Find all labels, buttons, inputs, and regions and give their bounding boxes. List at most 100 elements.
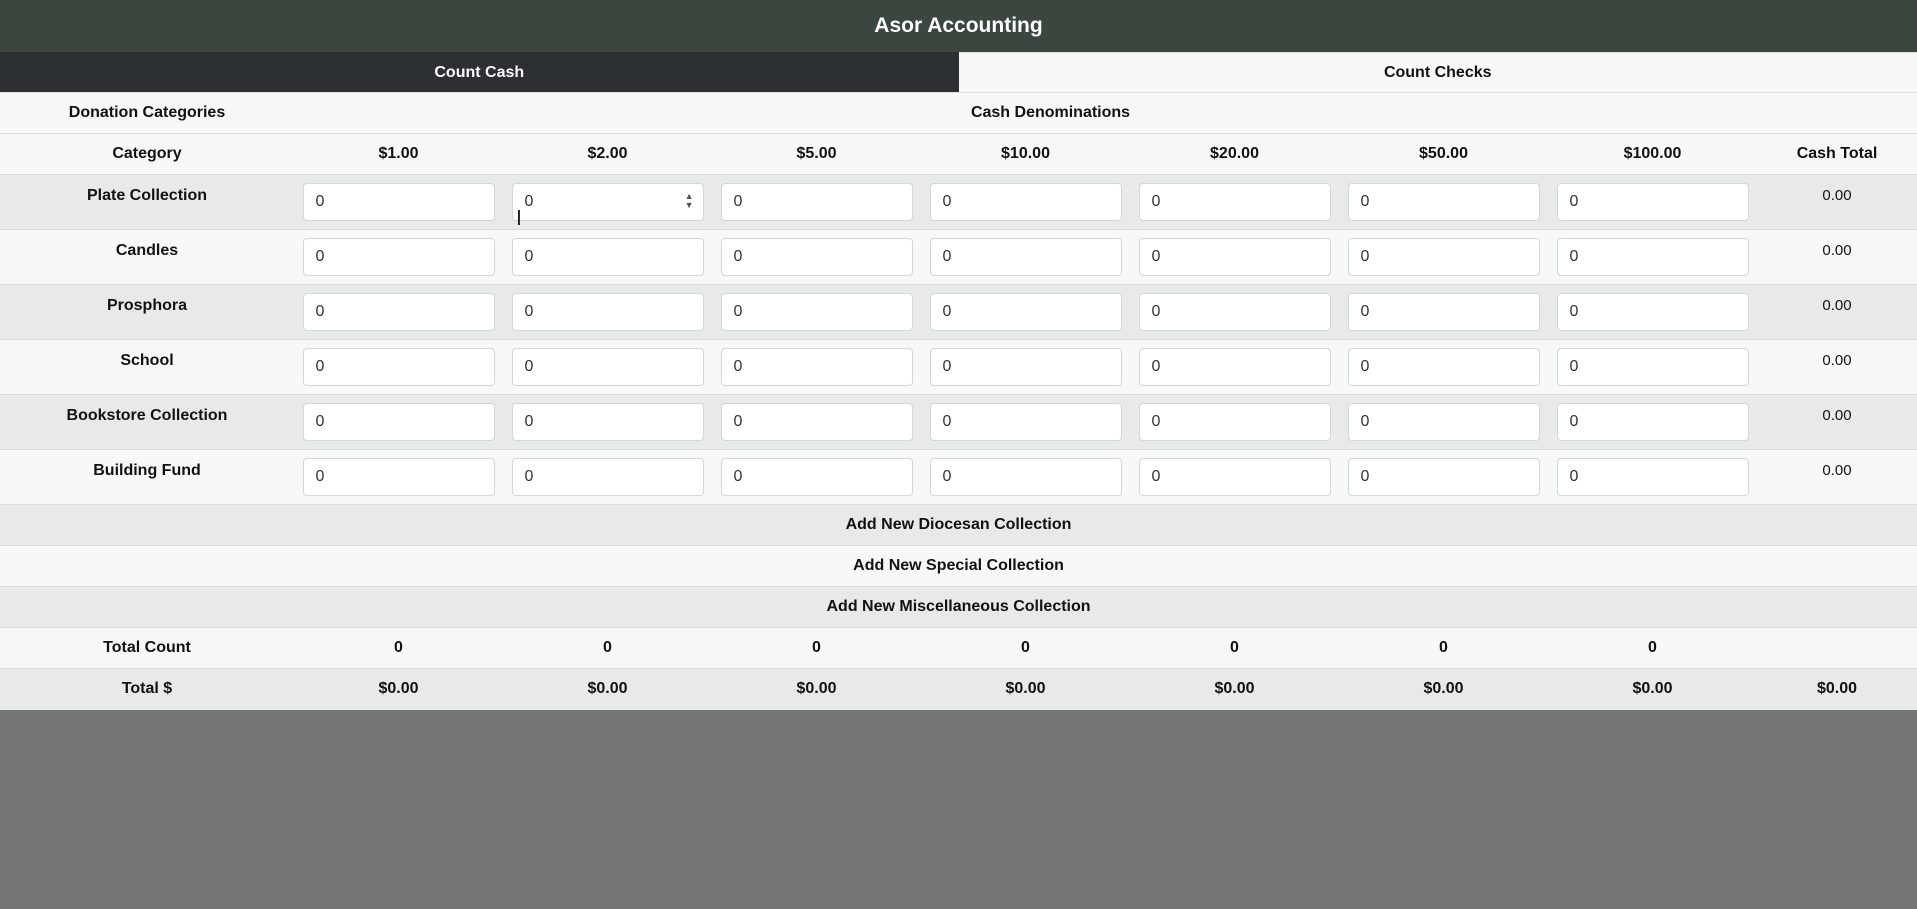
category-label: Plate Collection	[0, 174, 294, 230]
total-count-label: Total Count	[0, 627, 294, 669]
count-input-10-dollar[interactable]	[929, 403, 1122, 441]
tab-bar: Count Cash Count Checks	[0, 52, 1917, 92]
total-dollars-100-dollar: $0.00	[1548, 668, 1757, 710]
cash-total-value: 0.00	[1757, 449, 1917, 505]
column-header-cash-total: Cash Total	[1757, 133, 1917, 175]
count-input-50-dollar[interactable]	[1347, 403, 1540, 441]
section-cash-denominations: Cash Denominations	[294, 92, 1917, 134]
count-input-5-dollar[interactable]	[720, 238, 913, 276]
total-count-20-dollar: 0	[1130, 627, 1339, 669]
count-input-1-dollar[interactable]	[302, 403, 495, 441]
count-input-20-dollar[interactable]	[1138, 293, 1331, 331]
count-input-100-dollar[interactable]	[1556, 238, 1749, 276]
category-label: Bookstore Collection	[0, 394, 294, 450]
count-input-100-dollar[interactable]	[1556, 183, 1749, 221]
count-input-5-dollar[interactable]	[720, 403, 913, 441]
count-input-2-dollar[interactable]	[511, 403, 704, 441]
table-row: Prosphora 0.00	[0, 284, 1917, 340]
count-input-100-dollar[interactable]	[1556, 403, 1749, 441]
count-input-20-dollar[interactable]	[1138, 348, 1331, 386]
category-label: Prosphora	[0, 284, 294, 340]
section-donation-categories: Donation Categories	[0, 92, 294, 134]
total-dollars-50-dollar: $0.00	[1339, 668, 1548, 710]
cash-count-table: Donation Categories Cash Denominations C…	[0, 92, 1917, 710]
count-input-2-dollar[interactable]	[511, 183, 704, 221]
count-input-1-dollar[interactable]	[302, 348, 495, 386]
count-input-2-dollar[interactable]	[511, 458, 704, 496]
add-misc-collection-button[interactable]: Add New Miscellaneous Collection	[0, 586, 1917, 628]
count-input-20-dollar[interactable]	[1138, 183, 1331, 221]
total-dollars-5-dollar: $0.00	[712, 668, 921, 710]
count-input-2-dollar[interactable]	[511, 238, 704, 276]
category-label: School	[0, 339, 294, 395]
column-header-10-dollar: $10.00	[921, 133, 1130, 175]
add-diocesan-collection-button[interactable]: Add New Diocesan Collection	[0, 504, 1917, 546]
total-count-10-dollar: 0	[921, 627, 1130, 669]
total-count-1-dollar: 0	[294, 627, 503, 669]
count-input-5-dollar[interactable]	[720, 458, 913, 496]
app-title: Asor Accounting	[874, 14, 1043, 37]
category-label: Building Fund	[0, 449, 294, 505]
column-header-50-dollar: $50.00	[1339, 133, 1548, 175]
column-header-1-dollar: $1.00	[294, 133, 503, 175]
count-input-20-dollar[interactable]	[1138, 238, 1331, 276]
cash-total-value: 0.00	[1757, 229, 1917, 285]
table-row: Plate Collection ▲▼ 0.00	[0, 174, 1917, 230]
count-input-5-dollar[interactable]	[720, 183, 913, 221]
column-header-100-dollar: $100.00	[1548, 133, 1757, 175]
count-input-50-dollar[interactable]	[1347, 293, 1540, 331]
total-count-5-dollar: 0	[712, 627, 921, 669]
grand-total-value: $0.00	[1757, 668, 1917, 710]
count-input-50-dollar[interactable]	[1347, 183, 1540, 221]
cash-total-value: 0.00	[1757, 394, 1917, 450]
app-header: Asor Accounting	[0, 0, 1917, 52]
count-input-10-dollar[interactable]	[929, 183, 1122, 221]
total-dollars-10-dollar: $0.00	[921, 668, 1130, 710]
cash-total-value: 0.00	[1757, 339, 1917, 395]
column-header-2-dollar: $2.00	[503, 133, 712, 175]
count-input-50-dollar[interactable]	[1347, 348, 1540, 386]
table-row: Bookstore Collection 0.00	[0, 394, 1917, 450]
tab-count-checks[interactable]: Count Checks	[958, 52, 1917, 92]
add-diocesan-collection-row[interactable]: Add New Diocesan Collection	[0, 504, 1917, 546]
add-misc-collection-row[interactable]: Add New Miscellaneous Collection	[0, 586, 1917, 628]
total-count-50-dollar: 0	[1339, 627, 1548, 669]
count-input-50-dollar[interactable]	[1347, 238, 1540, 276]
count-input-1-dollar[interactable]	[302, 458, 495, 496]
total-count-100-dollar: 0	[1548, 627, 1757, 669]
count-input-10-dollar[interactable]	[929, 293, 1122, 331]
count-input-100-dollar[interactable]	[1556, 458, 1749, 496]
column-header-category: Category	[0, 133, 294, 175]
table-row: Candles 0.00	[0, 229, 1917, 285]
count-input-2-dollar[interactable]	[511, 348, 704, 386]
total-dollars-20-dollar: $0.00	[1130, 668, 1339, 710]
total-dollars-row: Total $ $0.00 $0.00 $0.00 $0.00 $0.00 $0…	[0, 668, 1917, 710]
count-input-5-dollar[interactable]	[720, 348, 913, 386]
table-row: School 0.00	[0, 339, 1917, 395]
count-input-2-dollar[interactable]	[511, 293, 704, 331]
category-label: Candles	[0, 229, 294, 285]
add-special-collection-button[interactable]: Add New Special Collection	[0, 545, 1917, 587]
count-input-5-dollar[interactable]	[720, 293, 913, 331]
count-input-20-dollar[interactable]	[1138, 458, 1331, 496]
count-input-100-dollar[interactable]	[1556, 348, 1749, 386]
cash-total-value: 0.00	[1757, 174, 1917, 230]
total-dollars-1-dollar: $0.00	[294, 668, 503, 710]
count-input-1-dollar[interactable]	[302, 238, 495, 276]
column-header-20-dollar: $20.00	[1130, 133, 1339, 175]
column-header-5-dollar: $5.00	[712, 133, 921, 175]
count-input-1-dollar[interactable]	[302, 293, 495, 331]
count-input-10-dollar[interactable]	[929, 238, 1122, 276]
table-row: Building Fund 0.00	[0, 449, 1917, 505]
count-input-20-dollar[interactable]	[1138, 403, 1331, 441]
total-count-row: Total Count 0 0 0 0 0 0 0	[0, 627, 1917, 669]
add-special-collection-row[interactable]: Add New Special Collection	[0, 545, 1917, 587]
tab-count-cash[interactable]: Count Cash	[0, 52, 959, 92]
count-input-10-dollar[interactable]	[929, 348, 1122, 386]
total-dollars-2-dollar: $0.00	[503, 668, 712, 710]
cash-total-value: 0.00	[1757, 284, 1917, 340]
count-input-10-dollar[interactable]	[929, 458, 1122, 496]
count-input-1-dollar[interactable]	[302, 183, 495, 221]
count-input-100-dollar[interactable]	[1556, 293, 1749, 331]
count-input-50-dollar[interactable]	[1347, 458, 1540, 496]
